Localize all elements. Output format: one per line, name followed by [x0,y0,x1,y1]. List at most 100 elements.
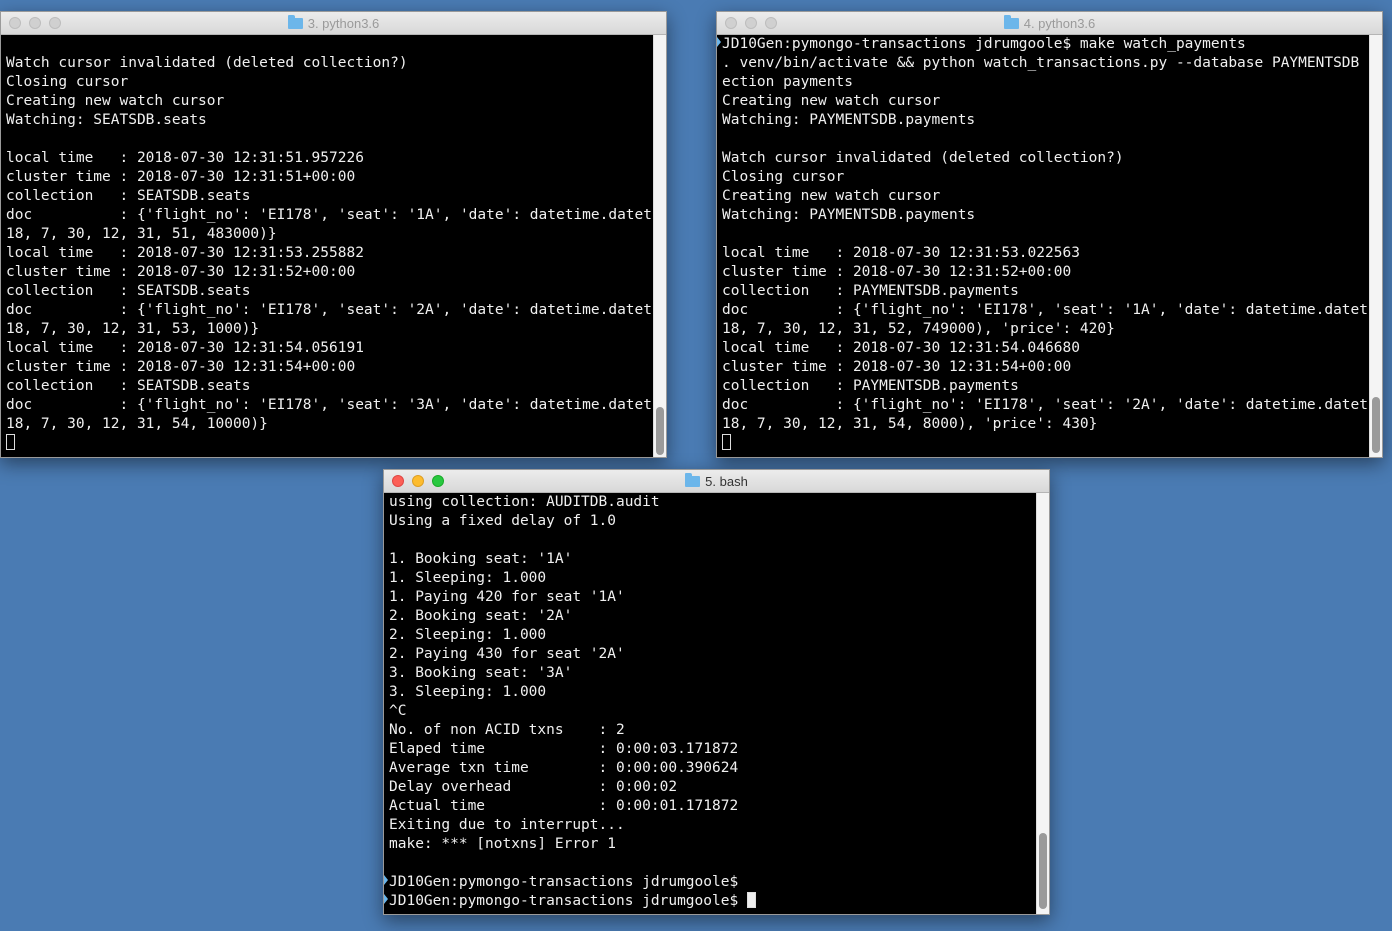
terminal-line: make: *** [notxns] Error 1 [389,835,756,854]
terminal-line: Creating new watch cursor [722,92,1382,111]
terminal-line: 18, 7, 30, 12, 31, 52, 749000), 'price':… [722,320,1382,339]
terminal-line: 18, 7, 30, 12, 31, 51, 483000)} [6,225,666,244]
terminal-line: JD10Gen:pymongo-transactions jdrumgoole$ [384,892,756,911]
title-bar[interactable]: 5. bash [384,470,1049,493]
line-text: collection : SEATSDB.seats [6,188,251,204]
line-text: Creating new watch cursor [722,93,941,109]
line-text: JD10Gen:pymongo-transactions jdrumgoole$ [389,893,747,909]
terminal-output[interactable]: Watch cursor invalidated (deleted collec… [1,35,667,453]
line-text: Watch cursor invalidated (deleted collec… [6,55,408,71]
scroll-track[interactable] [1036,493,1049,914]
terminal-line: Elaped time : 0:00:03.171872 [389,740,756,759]
line-text: 18, 7, 30, 12, 31, 52, 749000), 'price':… [722,321,1115,337]
window-title-text: 4. python3.6 [1023,15,1096,31]
terminal-line: Watch cursor invalidated (deleted collec… [6,54,666,73]
line-text: Average txn time : 0:00:00.390624 [389,760,739,776]
line-text: 18, 7, 30, 12, 31, 54, 10000)} [6,416,268,432]
terminal-line: ection payments [722,73,1382,92]
terminal-line: Watching: SEATSDB.seats [6,111,666,130]
terminal-line: local time : 2018-07-30 12:31:51.957226 [6,149,666,168]
terminal-window-4[interactable]: 4. python3.6 JD10Gen:pymongo-transaction… [716,11,1383,458]
title-bar[interactable]: 3. python3.6 [1,12,666,35]
text-cursor [722,434,731,450]
line-text: 2. Paying 430 for seat '2A' [389,646,625,662]
terminal-output[interactable]: JD10Gen:pymongo-transactions jdrumgoole$… [717,35,1383,453]
window-title: 5. bash [384,470,1049,492]
terminal-line: 2. Booking seat: '2A' [389,607,756,626]
terminal-line: collection : SEATSDB.seats [6,282,666,301]
scrollbar-thumb[interactable] [1372,397,1380,453]
terminal-line: Watching: PAYMENTSDB.payments [722,111,1382,130]
scrollbar-thumb[interactable] [1039,833,1047,909]
terminal-line: collection : PAYMENTSDB.payments [722,377,1382,396]
line-text: collection : PAYMENTSDB.payments [722,378,1019,394]
window-title: 4. python3.6 [717,12,1382,34]
line-text: local time : 2018-07-30 12:31:51.957226 [6,150,364,166]
folder-icon [287,14,303,29]
terminal-line: collection : SEATSDB.seats [6,187,666,206]
terminal-line: doc : {'flight_no': 'EI178', 'seat': '1A… [722,301,1383,320]
line-text: collection : SEATSDB.seats [6,378,251,394]
prompt-marker-icon [717,37,721,47]
line-text: Actual time : 0:00:01.171872 [389,798,739,814]
line-text: make: *** [notxns] Error 1 [389,836,616,852]
terminal-line: JD10Gen:pymongo-transactions jdrumgoole$ [384,873,756,892]
terminal-line: Creating new watch cursor [722,187,1382,206]
terminal-line: cluster time : 2018-07-30 12:31:54+00:00 [722,358,1382,377]
line-text: Closing cursor [722,169,845,185]
terminal-line: local time : 2018-07-30 12:31:54.056191 [6,339,666,358]
terminal-line: 3. Sleeping: 1.000 [389,683,756,702]
terminal-line: 2. Sleeping: 1.000 [389,626,756,645]
terminal-line: Delay overhead : 0:00:02 [389,778,756,797]
terminal-line: ^C [389,702,756,721]
terminal-line: 1. Sleeping: 1.000 [389,569,756,588]
line-text: 1. Paying 420 for seat '1A' [389,589,625,605]
line-text: local time : 2018-07-30 12:31:54.056191 [6,340,364,356]
title-bar[interactable]: 4. python3.6 [717,12,1382,35]
line-text: cluster time : 2018-07-30 12:31:51+00:00 [6,169,356,185]
line-text: . venv/bin/activate && python watch_tran… [722,55,1383,71]
terminal-line: doc : {'flight_no': 'EI178', 'seat': '1A… [6,206,666,225]
terminal-line: Watching: PAYMENTSDB.payments [722,206,1382,225]
terminal-line: 3. Booking seat: '3A' [389,664,756,683]
line-text: cluster time : 2018-07-30 12:31:54+00:00 [6,359,356,375]
terminal-window-5[interactable]: 5. bash using collection: AUDITDB.audit U… [383,469,1050,915]
line-text: Creating new watch cursor [722,188,941,204]
scroll-track[interactable] [1369,35,1382,457]
line-text: 2. Sleeping: 1.000 [389,627,547,643]
scroll-track[interactable] [653,35,666,457]
line-text: cluster time : 2018-07-30 12:31:52+00:00 [6,264,356,280]
line-text: doc : {'flight_no': 'EI178', 'seat': '2A… [6,302,667,318]
line-text: doc : {'flight_no': 'EI178', 'seat': '2A… [722,397,1383,413]
terminal-line: cluster time : 2018-07-30 12:31:52+00:00 [722,263,1382,282]
terminal-line: 18, 7, 30, 12, 31, 54, 10000)} [6,415,666,434]
terminal-line: . venv/bin/activate && python watch_tran… [722,54,1383,73]
terminal-line: Closing cursor [722,168,1382,187]
terminal-line: No. of non ACID txns : 2 [389,721,756,740]
line-text: 18, 7, 30, 12, 31, 54, 8000), 'price': 4… [722,416,1098,432]
terminal-line: 2. Paying 430 for seat '2A' [389,645,756,664]
terminal-output[interactable]: using collection: AUDITDB.audit Using a f… [384,493,756,911]
terminal-line: collection : SEATSDB.seats [6,377,666,396]
prompt-marker-icon [384,894,388,904]
line-text: Elaped time : 0:00:03.171872 [389,741,739,757]
terminal-line: Closing cursor [6,73,666,92]
line-text: ^C [389,703,407,719]
terminal-line: 1. Paying 420 for seat '1A' [389,588,756,607]
line-text: 1. Booking seat: '1A' [389,551,573,567]
terminal-line: Watch cursor invalidated (deleted collec… [722,149,1382,168]
line-text: local time : 2018-07-30 12:31:53.022563 [722,245,1080,261]
line-text: ection payments [722,74,853,90]
window-title-text: 5. bash [705,473,748,489]
terminal-window-3[interactable]: 3. python3.6 Watch cursor invalidated (d… [0,11,667,458]
line-text: doc : {'flight_no': 'EI178', 'seat': '3A… [6,397,667,413]
scrollbar-thumb[interactable] [656,407,664,455]
terminal-line: cluster time : 2018-07-30 12:31:54+00:00 [6,358,666,377]
line-text: cluster time : 2018-07-30 12:31:52+00:00 [722,264,1072,280]
line-text: doc : {'flight_no': 'EI178', 'seat': '1A… [722,302,1383,318]
line-text: JD10Gen:pymongo-transactions jdrumgoole$… [722,36,1246,52]
text-cursor [6,434,15,450]
